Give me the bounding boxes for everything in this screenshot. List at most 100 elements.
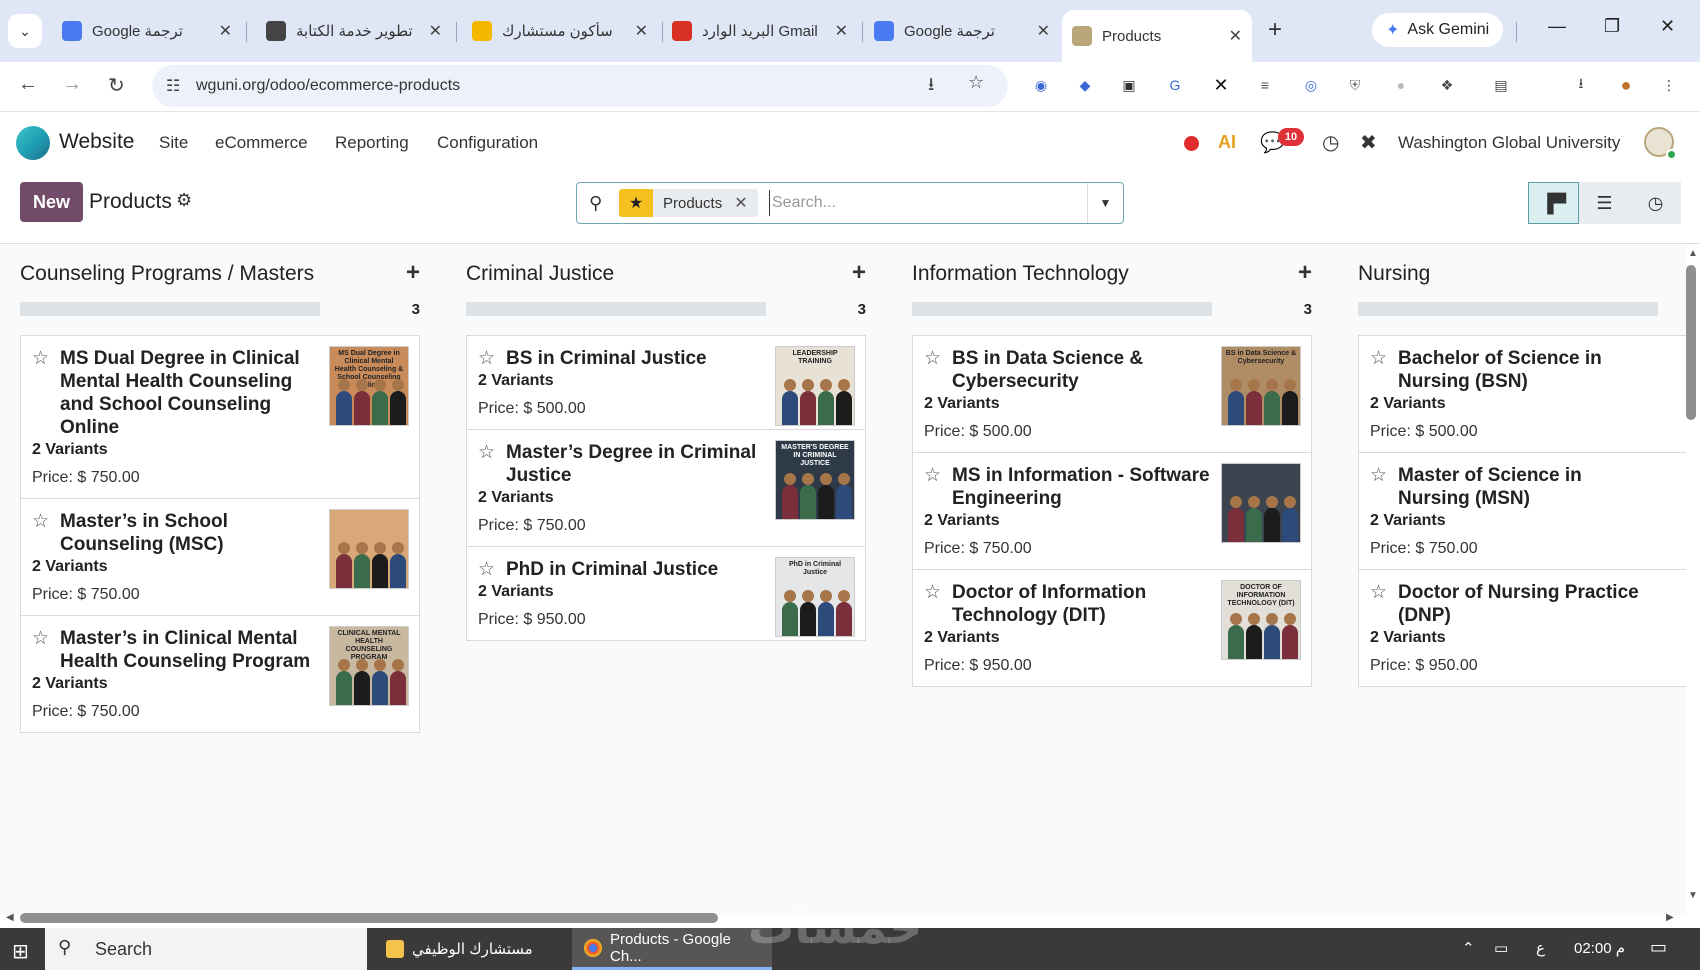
favorite-star-icon[interactable]: ☆ <box>32 510 49 533</box>
remove-facet-icon[interactable]: ✕ <box>734 193 757 213</box>
column-progress-bar[interactable] <box>466 302 766 316</box>
menu-configuration[interactable]: Configuration <box>437 133 538 153</box>
reload-icon[interactable]: ↻ <box>108 73 125 98</box>
menu-reporting[interactable]: Reporting <box>335 133 409 153</box>
close-window-icon[interactable]: ✕ <box>1660 16 1675 37</box>
scroll-up-icon[interactable]: ▲ <box>1688 248 1698 259</box>
clock[interactable]: 02:00 م <box>1574 939 1625 957</box>
horizontal-scrollbar[interactable] <box>20 913 718 923</box>
quick-create-icon[interactable]: + <box>406 259 420 287</box>
favorite-star-icon[interactable]: ☆ <box>1370 581 1387 604</box>
product-card[interactable]: ☆ MS Dual Degree in Clinical Mental Healt… <box>21 336 419 499</box>
ask-gemini-button[interactable]: ✦ Ask Gemini <box>1372 13 1504 47</box>
extension-icon[interactable]: ◉ <box>1030 74 1052 96</box>
column-progress-bar[interactable] <box>1358 302 1658 316</box>
x-extension-icon[interactable]: ✕ <box>1210 74 1232 96</box>
address-bar[interactable]: ☷ wguni.org/odoo/ecommerce-products <box>152 65 1008 107</box>
profile-avatar-icon[interactable]: ● <box>1615 74 1637 96</box>
language-indicator[interactable]: ع <box>1536 939 1545 957</box>
app-name[interactable]: Website <box>59 130 134 154</box>
close-tab-icon[interactable]: ✕ <box>1037 21 1050 41</box>
product-card[interactable]: ☆ MS in Information - Software Engineerin… <box>913 453 1311 570</box>
product-card[interactable]: ☆ Master’s in Clinical Mental Health Coun… <box>21 616 419 732</box>
favorite-star-icon[interactable]: ☆ <box>1370 464 1387 487</box>
windows-start-icon[interactable]: ⊞ <box>12 939 29 964</box>
browser-tab[interactable]: Google ترجمة ✕ <box>864 14 1060 48</box>
activity-clock-icon[interactable]: ◷ <box>1322 130 1339 155</box>
favorite-star-icon[interactable]: ☆ <box>924 581 941 604</box>
close-tab-icon[interactable]: ✕ <box>1229 26 1242 46</box>
browser-tab[interactable]: Google ترجمة ✕ <box>52 14 242 48</box>
debug-tools-icon[interactable]: ✖ <box>1360 130 1377 155</box>
reading-list-icon[interactable]: ▤ <box>1490 74 1512 96</box>
column-title[interactable]: Criminal Justice <box>466 262 614 286</box>
notifications-icon[interactable]: ▭ <box>1650 937 1667 958</box>
search-input[interactable] <box>769 190 1059 216</box>
quick-create-icon[interactable]: + <box>852 259 866 287</box>
browser-tab[interactable]: Products ✕ <box>1062 10 1252 62</box>
gear-icon[interactable]: ⚙ <box>176 190 192 211</box>
puzzle-icon[interactable]: ❖ <box>1436 74 1458 96</box>
minimize-icon[interactable]: — <box>1548 16 1566 37</box>
vertical-scrollbar[interactable] <box>1686 265 1696 420</box>
favorite-star-icon[interactable]: ☆ <box>32 347 49 370</box>
column-title[interactable]: Information Technology <box>912 262 1129 286</box>
taskbar-app-folder[interactable]: مستشارك الوظيفي <box>374 928 570 970</box>
install-app-icon[interactable]: ⭳ <box>928 72 934 102</box>
scroll-right-icon[interactable]: ▶ <box>1666 912 1674 923</box>
more-menu-icon[interactable]: ⋮ <box>1658 74 1680 96</box>
product-card[interactable]: ☆ Doctor of Information Technology (DIT) 2… <box>913 570 1311 686</box>
extension-icon[interactable]: ▣ <box>1118 74 1140 96</box>
shield-icon[interactable]: ⛨ <box>1344 74 1366 96</box>
bookmark-star-icon[interactable]: ☆ <box>968 72 984 93</box>
new-button[interactable]: New <box>20 182 83 222</box>
new-tab-button[interactable]: + <box>1268 16 1282 44</box>
menu-site[interactable]: Site <box>159 133 188 153</box>
tray-chevron-icon[interactable]: ⌃ <box>1462 939 1475 957</box>
menu-ecommerce[interactable]: eCommerce <box>215 133 308 153</box>
close-tab-icon[interactable]: ✕ <box>635 21 648 41</box>
taskbar-search[interactable]: Search <box>45 928 367 970</box>
favorite-star-icon[interactable]: ☆ <box>478 441 495 464</box>
product-card[interactable]: ☆ Bachelor of Science in Nursing (BSN) 2 V… <box>1359 336 1686 453</box>
ai-icon[interactable]: AI <box>1218 132 1236 153</box>
scroll-left-icon[interactable]: ◀ <box>6 912 14 923</box>
close-tab-icon[interactable]: ✕ <box>219 21 232 41</box>
recording-icon[interactable] <box>1184 136 1199 151</box>
company-switcher[interactable]: Washington Global University <box>1398 133 1620 153</box>
product-card[interactable]: ☆ Master of Science in Nursing (MSN) 2 Var… <box>1359 453 1686 570</box>
tab-search-button[interactable]: ⌄ <box>8 14 42 48</box>
close-tab-icon[interactable]: ✕ <box>429 21 442 41</box>
restore-icon[interactable]: ❐ <box>1604 16 1620 37</box>
list-view-icon[interactable]: ☰ <box>1579 182 1630 224</box>
back-icon[interactable]: ← <box>18 73 38 96</box>
product-card[interactable]: ☆ BS in Data Science & Cybersecurity 2 Var… <box>913 336 1311 453</box>
quick-create-icon[interactable]: + <box>1298 259 1312 287</box>
favorite-star-icon[interactable]: ☆ <box>924 464 941 487</box>
activity-view-icon[interactable]: ◷ <box>1630 182 1681 224</box>
site-info-icon[interactable]: ☷ <box>166 76 180 96</box>
extension-icon[interactable]: ● <box>1390 74 1412 96</box>
translate-extension-icon[interactable]: G <box>1164 74 1186 96</box>
product-card[interactable]: ☆ Master’s Degree in Criminal Justice 2 Va… <box>467 430 865 547</box>
favorite-star-icon[interactable]: ☆ <box>478 558 495 581</box>
column-progress-bar[interactable] <box>20 302 320 316</box>
column-title[interactable]: Counseling Programs / Masters <box>20 262 314 286</box>
product-card[interactable]: ☆ BS in Criminal Justice 2 Variants Price: … <box>467 336 865 430</box>
forward-icon[interactable]: → <box>62 73 82 96</box>
close-tab-icon[interactable]: ✕ <box>835 21 848 41</box>
extension-icon[interactable]: ◎ <box>1300 74 1322 96</box>
favorite-star-icon[interactable]: ☆ <box>924 347 941 370</box>
column-title[interactable]: Nursing <box>1358 262 1430 286</box>
taskbar-app-chrome[interactable]: Products - Google Ch... <box>572 928 772 970</box>
product-card[interactable]: ☆ Doctor of Nursing Practice (DNP) 2 Varia… <box>1359 570 1686 686</box>
favorite-star-icon[interactable]: ☆ <box>32 627 49 650</box>
extension-icon[interactable]: ≡ <box>1254 74 1276 96</box>
browser-tab[interactable]: سأكون مستشارك ✕ <box>462 14 658 48</box>
search-options-toggle[interactable]: ▼ <box>1087 183 1123 223</box>
column-progress-bar[interactable] <box>912 302 1212 316</box>
extension-icon[interactable]: ◆ <box>1074 74 1096 96</box>
search-icon[interactable]: ⚲ <box>589 193 602 214</box>
network-icon[interactable]: ▭ <box>1494 939 1508 957</box>
kanban-view-icon[interactable]: ▐▀ <box>1528 182 1579 224</box>
